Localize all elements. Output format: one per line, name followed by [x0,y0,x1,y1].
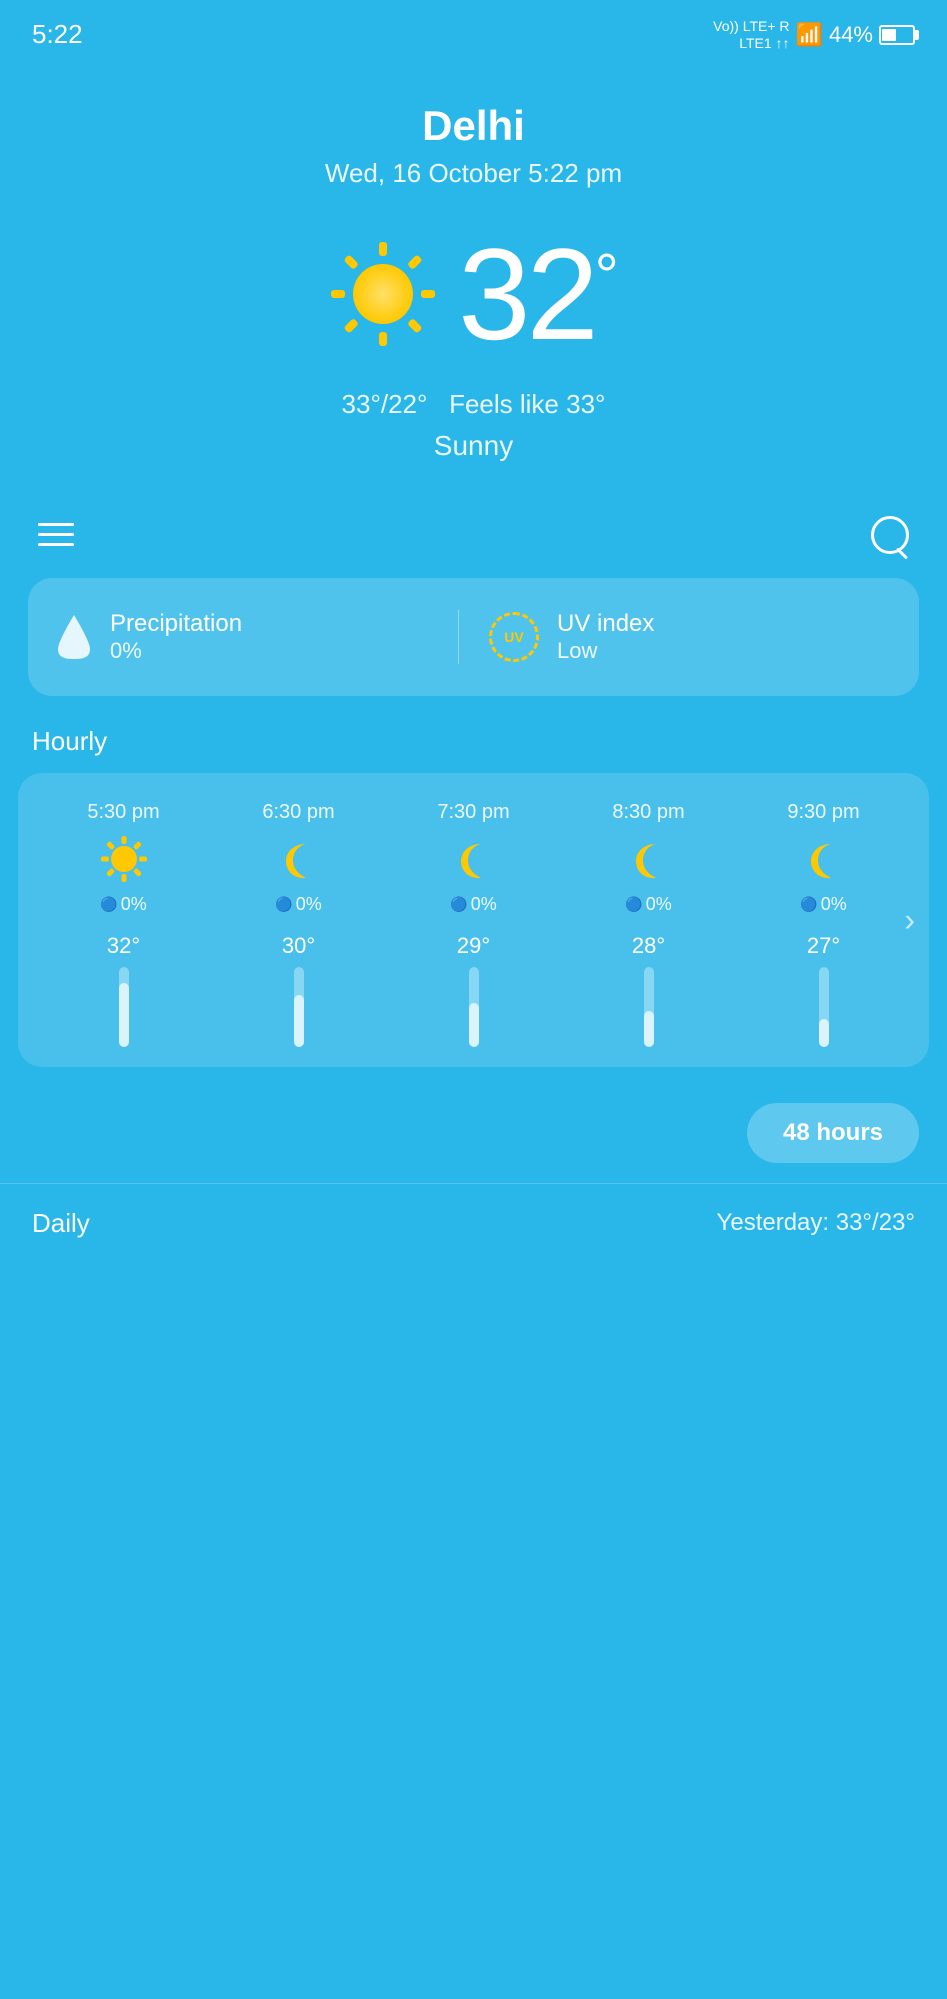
temp-bar-4: 27° [736,933,911,1047]
weather-main: Delhi Wed, 16 October 5:22 pm [0,62,947,482]
temp-bar-1: 30° [211,933,386,1047]
battery-icon [879,25,915,45]
hamburger-menu[interactable] [38,523,74,546]
uv-icon: UV [489,612,539,662]
48-hours-button[interactable]: 48 hours [747,1103,919,1163]
hour-icon-moon-2 [449,834,499,884]
weather-sun-icon [328,239,438,349]
city-name: Delhi [20,102,927,150]
temperature-display: 32 ° [458,229,619,359]
hours-btn-row: 48 hours [0,1087,947,1173]
info-card: Precipitation 0% UV UV index Low [28,578,919,696]
hour-col-1: 6:30 pm 🔵 0% [211,801,386,915]
carrier-text: Vo)) LTE+ R LTE1 ↑↑ [713,18,789,52]
status-right: Vo)) LTE+ R LTE1 ↑↑ 📶 44% [713,18,915,52]
weather-condition: Sunny [20,430,927,462]
hourly-next-arrow[interactable]: › [904,901,915,938]
temp-bar-3: 28° [561,933,736,1047]
status-bar: 5:22 Vo)) LTE+ R LTE1 ↑↑ 📶 44% [0,0,947,62]
date-time: Wed, 16 October 5:22 pm [20,158,927,189]
menu-bar [0,492,947,578]
hourly-section-label: Hourly [0,726,947,773]
daily-label: Daily [32,1208,90,1239]
status-time: 5:22 [32,19,83,50]
uv-label: UV index [557,610,654,638]
hour-col-4: 9:30 pm 🔵 0% [736,801,911,915]
hour-col-3: 8:30 pm 🔵 0% [561,801,736,915]
signal-bars: 📶 [796,22,823,48]
bottom-spacer [0,1255,947,1375]
precipitation-icon [56,613,92,661]
hour-icon-moon-3 [624,834,674,884]
hour-icon-sun [99,834,149,884]
uv-value: Low [557,638,654,664]
hour-col-2: 7:30 pm 🔵 0% [386,801,561,915]
uv-info: UV UV index Low [458,610,891,664]
hour-col-0: 5:30 pm 🔵 0% [36,801,211,915]
search-button[interactable] [871,516,909,554]
daily-bar: Daily Yesterday: 33°/23° [0,1183,947,1255]
precipitation-value: 0% [110,638,242,664]
temp-bars-row: 32° 30° 29° 28° 27° [36,933,911,1047]
hourly-times-row: 5:30 pm 🔵 0% 6:3 [36,801,911,915]
hour-icon-moon-1 [274,834,324,884]
temp-bar-0: 32° [36,933,211,1047]
temp-bar-2: 29° [386,933,561,1047]
temp-range: 33°/22° Feels like 33° [20,389,927,420]
hour-icon-moon-4 [799,834,849,884]
hourly-card: 5:30 pm 🔵 0% 6:3 [18,773,929,1067]
precipitation-label: Precipitation [110,610,242,638]
precipitation-info: Precipitation 0% [56,610,458,664]
battery-percent: 44% [829,22,873,48]
yesterday-temp: Yesterday: 33°/23° [717,1209,915,1237]
temp-row: 32 ° [20,229,927,359]
